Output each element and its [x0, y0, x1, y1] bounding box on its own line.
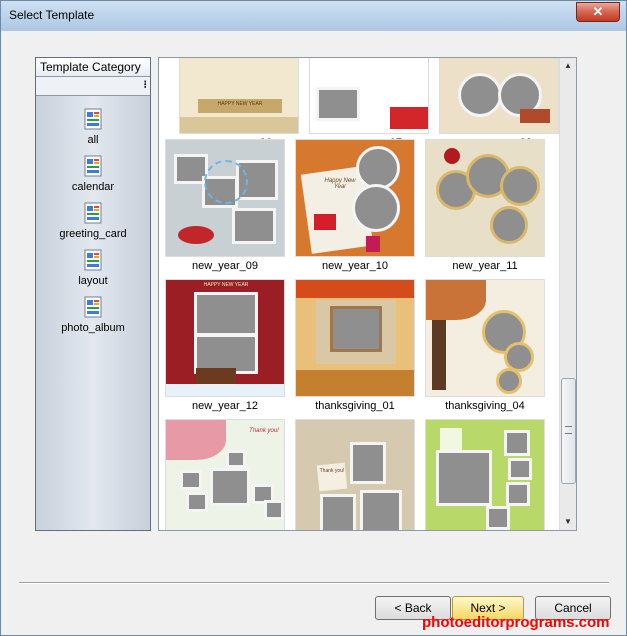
template-icon — [84, 108, 102, 130]
template-new-year-06[interactable]: HAPPY NEW YEAR new_year_06 — [179, 58, 299, 151]
scroll-down-icon[interactable]: ▼ — [560, 514, 576, 530]
template-thumbnail — [439, 58, 559, 134]
template-thank-you-04[interactable]: Thank you! thank_you_04 — [295, 419, 415, 530]
category-item-layout[interactable]: layout — [36, 249, 150, 287]
close-button[interactable]: ✕ — [576, 2, 620, 22]
template-thumbnail — [425, 279, 545, 397]
category-item-photo-album[interactable]: photo_album — [36, 296, 150, 334]
template-new-year-07[interactable]: new_year_07 — [309, 58, 429, 151]
template-thumbnail: HAPPY NEW YEAR — [179, 58, 299, 134]
thumbnail-caption: HAPPY NEW YEAR — [217, 101, 263, 107]
template-new-year-11[interactable]: new_year_11 — [425, 139, 545, 274]
thumbnail-caption: HAPPY NEW YEAR — [203, 282, 249, 288]
template-thumbnail: Happy New Year — [295, 139, 415, 257]
window-title: Select Template — [9, 8, 95, 22]
category-item-all[interactable]: all — [36, 108, 150, 146]
category-item-calendar[interactable]: calendar — [36, 155, 150, 193]
thumbnail-caption: Happy New Year — [324, 178, 356, 190]
watermark: photoeditorprograms.com — [422, 614, 610, 631]
category-label: greeting_card — [59, 228, 127, 240]
template-thumbnail — [295, 279, 415, 397]
template-icon — [84, 296, 102, 318]
category-label: layout — [78, 275, 108, 287]
separator — [19, 582, 609, 584]
template-thumbnail: Thank you! — [165, 419, 285, 530]
template-thumbnail: Thank you! — [295, 419, 415, 530]
category-item-greeting-card[interactable]: greeting_card — [36, 202, 150, 240]
template-thank-you-03[interactable]: Thank you! thank_you_03 — [165, 419, 285, 530]
template-thumbnail — [309, 58, 429, 134]
template-icon — [84, 155, 102, 177]
template-thumbnail — [425, 419, 545, 530]
options-icon[interactable]: ⁝ — [144, 78, 148, 91]
template-thumbnail — [425, 139, 545, 257]
thumbnail-caption: Thank you! — [249, 428, 279, 434]
template-grid: HAPPY NEW YEAR new_year_06 new_year_07 n… — [158, 57, 577, 531]
template-label: new_year_10 — [321, 260, 389, 272]
select-template-dialog: Select Template ✕ Template Category ⁝ al… — [0, 0, 627, 636]
template-thanksgiving-01[interactable]: thanksgiving_01 — [295, 279, 415, 414]
dialog-body: Template Category ⁝ all calendar greetin… — [8, 31, 619, 630]
thumbnail-caption: Thank you! — [319, 468, 345, 474]
category-label: calendar — [71, 181, 115, 193]
template-thanksgiving-04[interactable]: thanksgiving_04 — [425, 279, 545, 414]
scrollbar-thumb[interactable] — [561, 378, 576, 484]
template-icon — [84, 202, 102, 224]
template-new-year-10[interactable]: Happy New Year new_year_10 — [295, 139, 415, 274]
template-category-panel: Template Category ⁝ all calendar greetin… — [35, 57, 151, 531]
category-label: photo_album — [61, 322, 125, 334]
close-icon: ✕ — [592, 4, 604, 19]
template-new-year-12[interactable]: HAPPY NEW YEAR new_year_12 — [165, 279, 285, 414]
template-thumbnail: HAPPY NEW YEAR — [165, 279, 285, 397]
template-new-year-08[interactable]: new_year_08 — [439, 58, 559, 151]
template-label: new_year_09 — [191, 260, 259, 272]
template-icon — [84, 249, 102, 271]
category-toolbar: ⁝ — [36, 77, 150, 96]
grip-icon — [565, 426, 572, 434]
template-thumbnail — [165, 139, 285, 257]
template-new-year-09[interactable]: new_year_09 — [165, 139, 285, 274]
category-panel-header: Template Category — [36, 58, 150, 77]
category-label: all — [87, 134, 99, 146]
template-label: new_year_12 — [191, 400, 259, 412]
template-label: new_year_11 — [452, 260, 518, 272]
template-valentine-03[interactable]: valentine_03 — [425, 419, 545, 530]
title-bar[interactable]: Select Template ✕ — [1, 1, 626, 31]
vertical-scrollbar[interactable]: ▲ ▼ — [559, 58, 576, 530]
template-label: thanksgiving_04 — [445, 400, 525, 412]
scroll-up-icon[interactable]: ▲ — [560, 58, 576, 74]
template-label: thanksgiving_01 — [315, 400, 395, 412]
